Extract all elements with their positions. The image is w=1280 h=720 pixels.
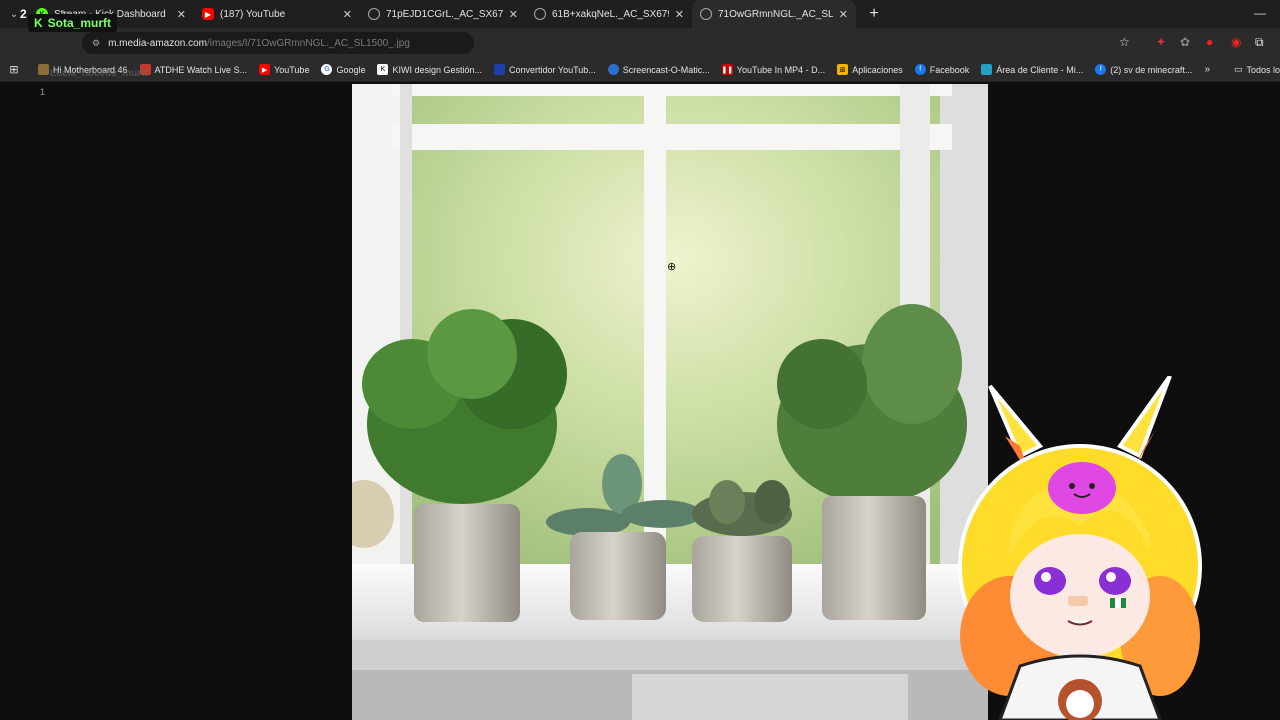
bookmark-label: YouTube xyxy=(274,64,310,75)
facebook-icon: f xyxy=(914,64,926,75)
minimize-button[interactable]: — xyxy=(1254,6,1266,20)
tab-title: 71pEJD1CGrL._AC_SX679_.jpg ( xyxy=(386,8,503,20)
vtuber-avatar xyxy=(958,376,1202,720)
bookmark-label: Screencast-O-Matic... xyxy=(622,64,710,75)
apps-grid-icon: ⊞ xyxy=(837,64,849,75)
bookmarks-bar: ⊞ Hi Motherboard 46 ATDHE Watch Live S..… xyxy=(0,58,1280,82)
all-bookmarks-label: Todos lo xyxy=(1246,64,1280,75)
viewer-count: 2 xyxy=(20,7,27,21)
globe-icon xyxy=(700,8,712,20)
extensions-puzzle-icon[interactable]: ⧉ xyxy=(1255,35,1264,50)
close-icon[interactable]: ✕ xyxy=(839,8,848,21)
kiwi-icon: K xyxy=(377,64,389,75)
bookmark-item[interactable]: Screencast-O-Matic... xyxy=(607,64,710,75)
tab-youtube[interactable]: ▶ (187) YouTube ✕ xyxy=(194,0,360,28)
globe-icon xyxy=(534,8,546,20)
extension-icon[interactable]: ● xyxy=(1206,35,1213,49)
pause-icon: ❚❚ xyxy=(721,64,733,75)
all-bookmarks-button[interactable]: ▭ Todos lo xyxy=(1234,64,1280,75)
stream-username: Sota_murft xyxy=(47,16,112,30)
url-path: /images/I/71OwGRmnNGL._AC_SL1500_.jpg xyxy=(207,37,410,49)
url-host: m.media-amazon.com xyxy=(108,37,207,49)
stream-username-badge: K Sota_murft xyxy=(28,14,118,32)
bookmark-item[interactable]: Convertidor YouTub... xyxy=(494,64,596,75)
bookmark-label: Área de Cliente - Mi... xyxy=(996,64,1084,75)
tab-title: 71OwGRmnNGL._AC_SL1500_.jp xyxy=(718,8,833,20)
folder-icon: ▭ xyxy=(1233,64,1243,74)
extension-icon[interactable]: ◉ xyxy=(1231,35,1241,49)
youtube-icon: ▶ xyxy=(202,8,214,20)
tab-image-1[interactable]: 71pEJD1CGrL._AC_SX679_.jpg ( ✕ xyxy=(360,0,526,28)
bookmark-label: Aplicaciones xyxy=(852,64,903,75)
line-number: 1 xyxy=(40,87,46,97)
bookmark-star-icon[interactable]: ☆ xyxy=(1119,35,1130,49)
bookmark-item[interactable]: f Facebook xyxy=(914,64,970,75)
kick-icon: K xyxy=(34,16,43,30)
bookmark-label: KIWI design Gestión... xyxy=(392,64,483,75)
youtube-icon: ▶ xyxy=(259,64,271,75)
site-info-icon[interactable]: ⚙ xyxy=(92,38,100,49)
tab-image-2[interactable]: 61B+xakqNeL._AC_SX679_.jpg ( ✕ xyxy=(526,0,692,28)
bookmark-label: Google xyxy=(336,64,366,75)
bookmark-label: YouTube In MP4 - D... xyxy=(736,64,826,75)
close-icon[interactable]: ✕ xyxy=(675,8,684,21)
tab-title: (187) YouTube xyxy=(220,8,286,20)
product-image[interactable] xyxy=(352,84,988,720)
bookmark-item[interactable]: f (2) sv de minecraft... xyxy=(1095,64,1192,75)
zoom-cursor-icon: ⊕ xyxy=(667,261,677,273)
extension-icon[interactable]: ✦ xyxy=(1156,35,1166,49)
stream-secondary-name: Lucia_noceda_murft xyxy=(50,68,148,79)
globe-icon xyxy=(368,8,380,20)
close-icon[interactable]: ✕ xyxy=(343,8,352,21)
tab-title: 61B+xakqNeL._AC_SX679_.jpg ( xyxy=(552,8,669,20)
bookmark-item[interactable]: Área de Cliente - Mi... xyxy=(981,64,1083,75)
apps-grid-icon[interactable]: ⊞ xyxy=(0,63,28,76)
address-bar[interactable]: ⚙ m.media-amazon.com/images/I/71OwGRmnNG… xyxy=(82,32,474,54)
bookmark-label: Facebook xyxy=(929,64,970,75)
close-icon[interactable]: ✕ xyxy=(177,8,186,21)
google-icon: G xyxy=(321,64,333,75)
screencast-icon xyxy=(607,64,619,75)
bookmark-label: ATDHE Watch Live S... xyxy=(154,64,248,75)
bookmark-item[interactable]: G Google xyxy=(321,64,365,75)
folder-icon xyxy=(38,64,49,75)
new-tab-button[interactable]: + xyxy=(862,0,886,28)
client-icon xyxy=(981,64,993,75)
bookmark-item[interactable]: ▶ YouTube xyxy=(259,64,309,75)
bookmark-label: (2) sv de minecraft... xyxy=(1110,64,1193,75)
bookmark-item[interactable]: ATDHE Watch Live S... xyxy=(139,64,248,75)
tab-strip: ⌄ K Stream - Kick Dashboard ✕ ▶ (187) Yo… xyxy=(0,0,1280,28)
extension-icon[interactable]: ✿ xyxy=(1180,35,1190,49)
bookmark-item[interactable]: ⊞ Aplicaciones xyxy=(837,64,903,75)
close-icon[interactable]: ✕ xyxy=(509,8,518,21)
more-bookmarks-chevron-icon[interactable]: » xyxy=(1204,64,1210,75)
tab-image-3-active[interactable]: 71OwGRmnNGL._AC_SL1500_.jp ✕ xyxy=(692,0,856,28)
bookmark-item[interactable]: K KIWI design Gestión... xyxy=(377,64,482,75)
bookmark-item[interactable]: ❚❚ YouTube In MP4 - D... xyxy=(721,64,826,75)
facebook-icon: f xyxy=(1095,64,1107,75)
bookmark-label: Convertidor YouTub... xyxy=(509,64,596,75)
convert-icon xyxy=(494,64,506,75)
